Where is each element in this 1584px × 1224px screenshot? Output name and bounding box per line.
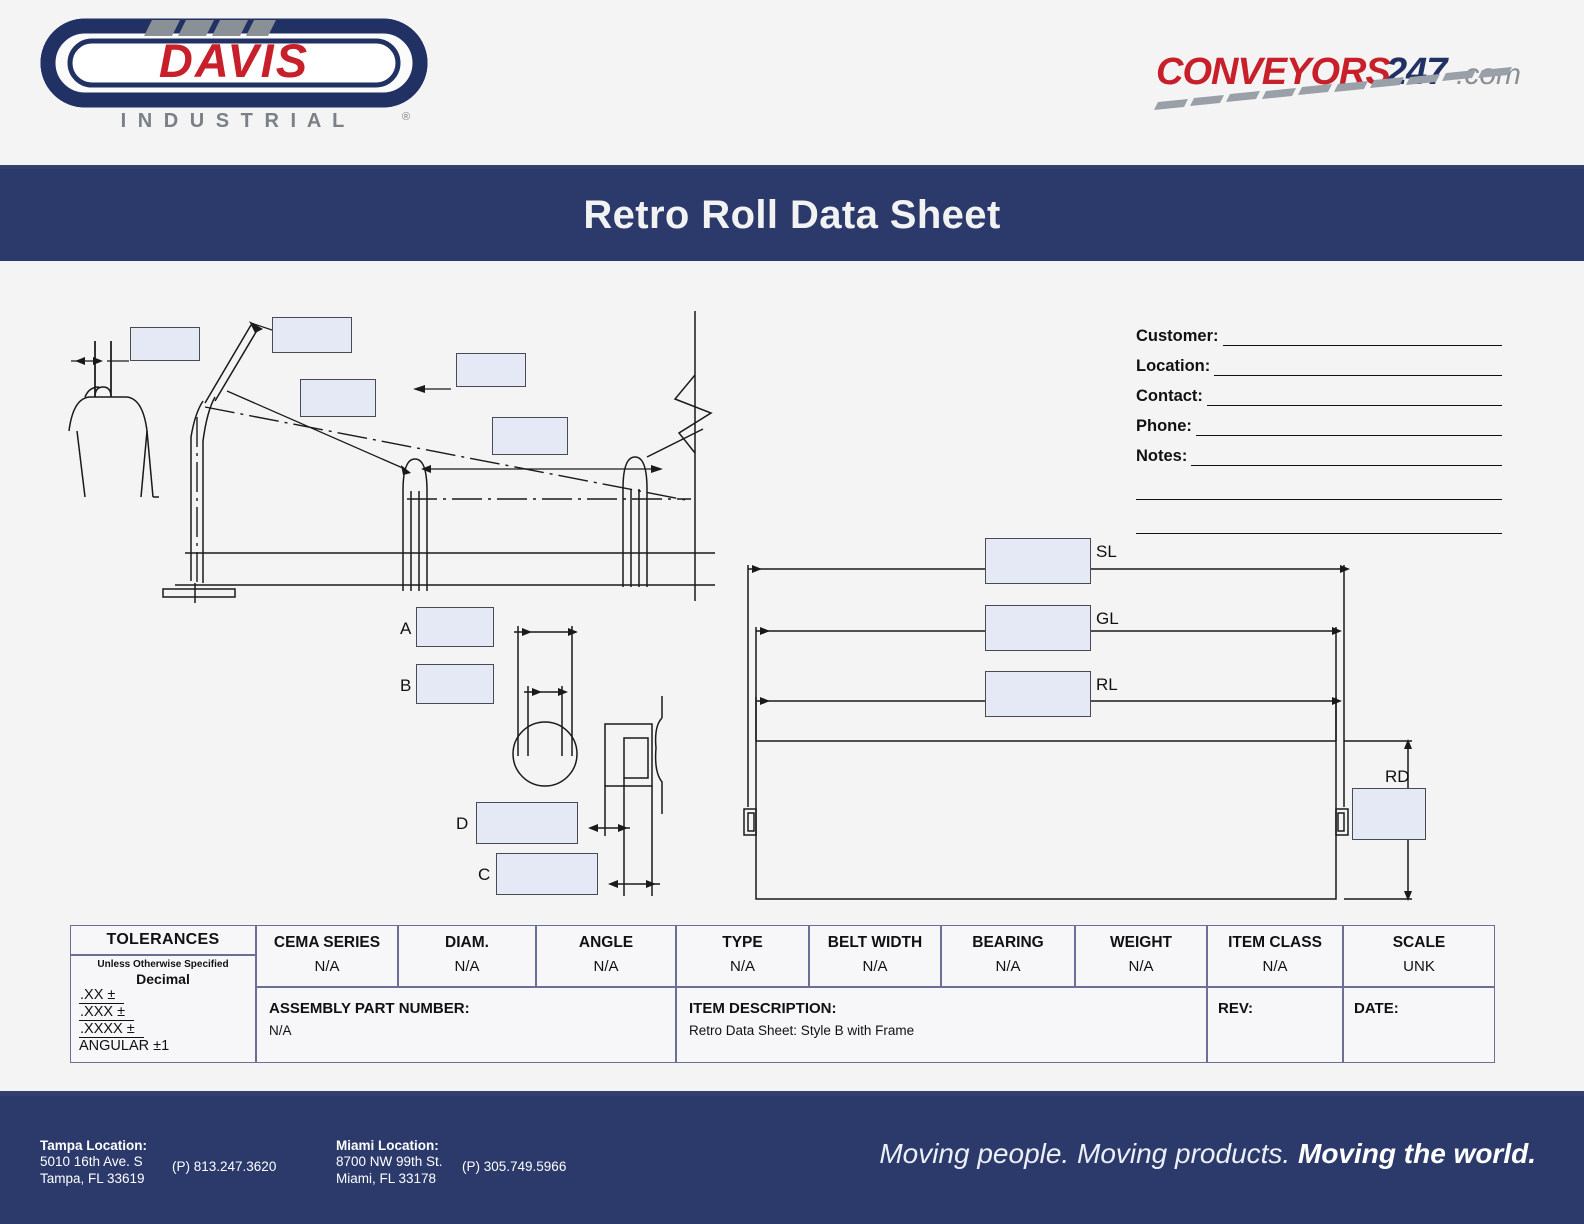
assembly-part-number-cell[interactable]: ASSEMBLY PART NUMBER: N/A	[256, 987, 676, 1063]
detail-input-box-a[interactable]	[416, 607, 494, 647]
location-label: Location:	[1136, 357, 1211, 375]
dim-label-rd: RD	[1385, 767, 1410, 786]
frame-input-box-3[interactable]	[300, 379, 376, 417]
notes-field-row: Notes:	[1136, 436, 1502, 466]
spec-cell-bearing: BEARING N/A	[941, 925, 1075, 987]
dim-label-c: C	[478, 865, 491, 884]
notes-extra-row	[1136, 466, 1502, 500]
rev-cell[interactable]: REV:	[1207, 987, 1343, 1063]
miami-phone[interactable]: (P) 305.749.5966	[462, 1158, 566, 1175]
frame-input-box-4[interactable]	[456, 353, 526, 387]
phone-input-line[interactable]	[1195, 416, 1502, 436]
registered-trademark-icon: ®	[402, 111, 410, 123]
miami-title: Miami Location:	[336, 1138, 439, 1153]
detail-input-box-b[interactable]	[416, 664, 494, 704]
dim-label-sl: SL	[1096, 542, 1117, 561]
miami-city: Miami, FL 33178	[336, 1171, 437, 1186]
spec-cell-scale: SCALE UNK	[1343, 925, 1495, 987]
spec-cell-diam: DIAM. N/A	[398, 925, 536, 987]
spec-cell-weight: WEIGHT N/A	[1075, 925, 1207, 987]
tampa-phone[interactable]: (P) 813.247.3620	[172, 1158, 276, 1175]
customer-field-row: Customer:	[1136, 316, 1502, 346]
phone-label: Phone:	[1136, 417, 1192, 435]
location-input-line[interactable]	[1214, 356, 1502, 376]
item-description-value: Retro Data Sheet: Style B with Frame	[689, 1023, 915, 1038]
spec-cell-cema-series: CEMA SERIES N/A	[256, 925, 398, 987]
page-header: DAVIS I N D U S T R I A L ® CONVEYORS 24…	[0, 0, 1584, 152]
dim-label-rl: RL	[1096, 675, 1118, 694]
customer-label: Customer:	[1136, 327, 1219, 345]
tolerances-body: Unless Otherwise Specified Decimal .XX ±…	[70, 955, 256, 1063]
notes-input-line-2[interactable]	[1136, 480, 1502, 500]
dim-label-gl: GL	[1096, 609, 1119, 628]
tolerances-title-text: TOLERANCES	[106, 931, 220, 948]
tagline-light: Moving people. Moving products.	[879, 1138, 1298, 1169]
dim-label-b: B	[400, 676, 412, 695]
detail-input-box-c[interactable]	[496, 853, 598, 895]
title-bar: Retro Roll Data Sheet	[0, 165, 1584, 261]
tolerance-item-xxx[interactable]: .XXX ±	[79, 1004, 255, 1021]
conveyors247-logo: CONVEYORS 247 .com	[1154, 51, 1521, 110]
phone-field-row: Phone:	[1136, 406, 1502, 436]
contact-input-line[interactable]	[1206, 386, 1502, 406]
tolerances-note: Unless Otherwise Specified	[97, 959, 229, 970]
item-description-cell[interactable]: ITEM DESCRIPTION: Retro Data Sheet: Styl…	[676, 987, 1207, 1063]
dim-label-d: D	[456, 814, 469, 833]
tolerance-item-xxxx[interactable]: .XXXX ±	[79, 1021, 255, 1038]
miami-location-block: Miami Location: 8700 NW 99th St. Miami, …	[336, 1138, 443, 1187]
item-description-label: ITEM DESCRIPTION:	[689, 1000, 837, 1017]
page-footer: Tampa Location: 5010 16th Ave. S Tampa, …	[0, 1091, 1584, 1224]
customer-info-block: Customer: Location: Contact: Phone: Note…	[1136, 316, 1502, 534]
company-tagline: Moving people. Moving products. Moving t…	[879, 1138, 1536, 1170]
spec-cell-item-class: ITEM CLASS N/A	[1207, 925, 1343, 987]
247-wordmark: 247	[1385, 51, 1449, 93]
tolerance-item-xx[interactable]: .XX ±	[79, 987, 255, 1004]
davis-wordmark: DAVIS	[159, 34, 309, 87]
page-title: Retro Roll Data Sheet	[583, 192, 1001, 237]
location-field-row: Location:	[1136, 346, 1502, 376]
tampa-city: Tampa, FL 33619	[40, 1171, 145, 1186]
detail-input-box-d[interactable]	[476, 802, 578, 844]
dim-input-box-rl[interactable]	[985, 671, 1091, 717]
spec-table: TOLERANCES Unless Otherwise Specified De…	[70, 925, 1495, 1063]
assembly-part-number-value: N/A	[269, 1023, 292, 1038]
tampa-street: 5010 16th Ave. S	[40, 1154, 143, 1169]
davis-industrial-logo: DAVIS I N D U S T R I A L ®	[40, 18, 428, 132]
frame-input-box-5[interactable]	[492, 417, 568, 455]
tolerances-decimal-label: Decimal	[136, 971, 190, 987]
spec-cell-angle: ANGLE N/A	[536, 925, 676, 987]
tagline-bold: Moving the world.	[1298, 1138, 1536, 1169]
dim-label-a: A	[400, 619, 412, 638]
tampa-title: Tampa Location:	[40, 1138, 148, 1153]
customer-input-line[interactable]	[1222, 326, 1502, 346]
spec-cell-belt-width: BELT WIDTH N/A	[809, 925, 941, 987]
contact-field-row: Contact:	[1136, 376, 1502, 406]
tampa-location-block: Tampa Location: 5010 16th Ave. S Tampa, …	[40, 1138, 147, 1187]
dim-input-box-sl[interactable]	[985, 538, 1091, 584]
notes-extra-row	[1136, 500, 1502, 534]
dim-input-box-gl[interactable]	[985, 605, 1091, 651]
assembly-part-number-label: ASSEMBLY PART NUMBER:	[269, 1000, 470, 1017]
contact-label: Contact:	[1136, 387, 1203, 405]
tolerances-header: TOLERANCES	[70, 925, 256, 955]
dim-input-box-rd[interactable]	[1352, 788, 1426, 840]
industrial-wordmark: I N D U S T R I A L	[121, 110, 348, 132]
miami-street: 8700 NW 99th St.	[336, 1154, 443, 1169]
frame-input-box-2[interactable]	[272, 317, 352, 353]
date-cell[interactable]: DATE:	[1343, 987, 1495, 1063]
frame-input-box-1[interactable]	[130, 327, 200, 361]
rev-label: REV:	[1218, 1000, 1254, 1017]
notes-input-line[interactable]	[1191, 446, 1502, 466]
tolerance-item-angular[interactable]: ANGULAR ±1	[79, 1038, 255, 1055]
date-label: DATE:	[1354, 1000, 1399, 1017]
notes-label: Notes:	[1136, 447, 1188, 465]
roll-dimensions-drawing	[743, 565, 1412, 901]
spec-cell-type: TYPE N/A	[676, 925, 809, 987]
